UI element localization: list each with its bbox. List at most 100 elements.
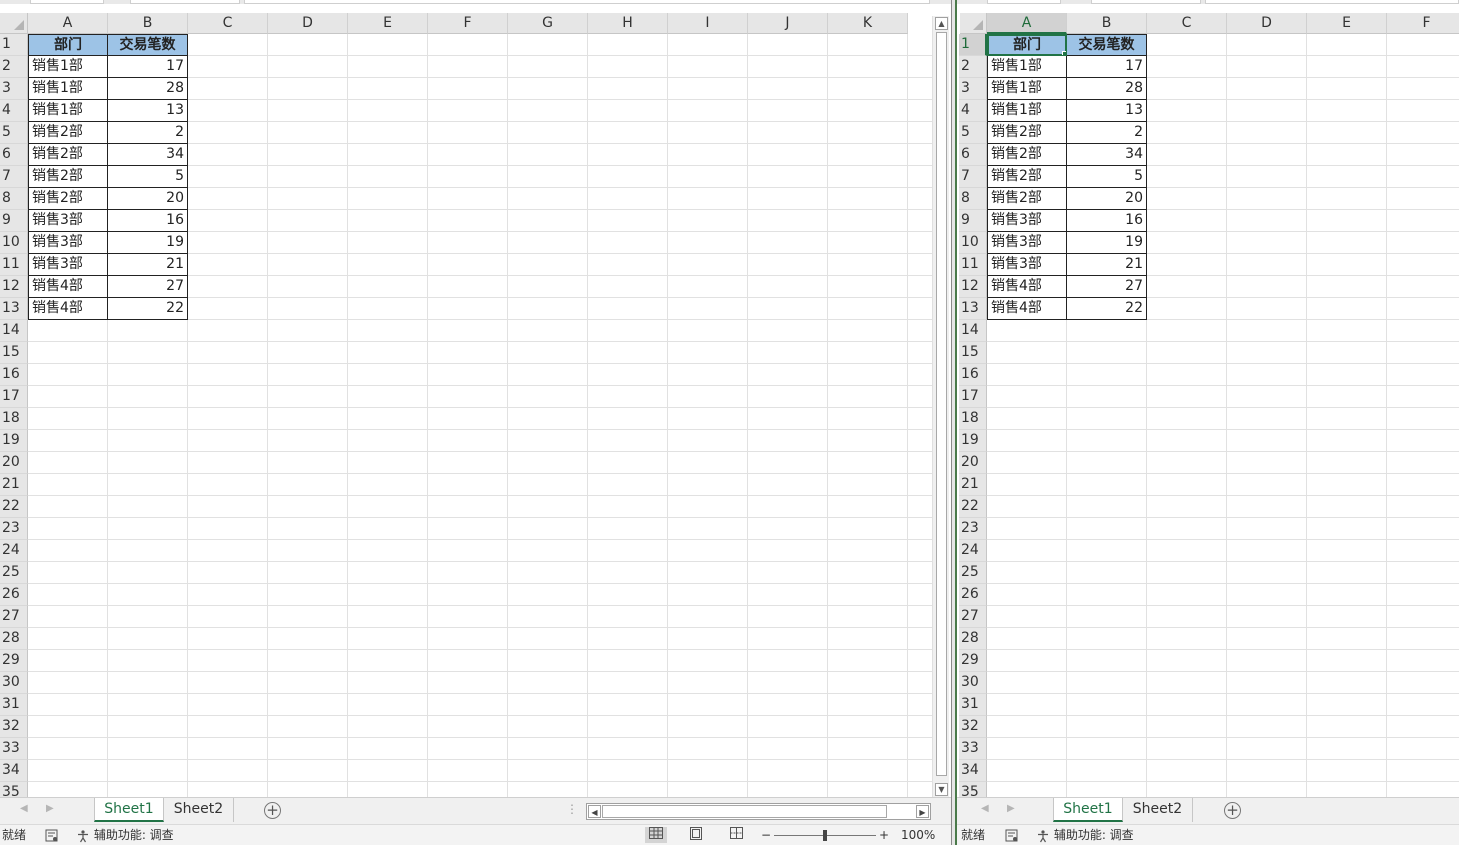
tab-scroll-left-icon[interactable]: ◀ xyxy=(20,803,28,814)
department-cell[interactable]: 销售3部 xyxy=(28,232,108,254)
row-header-3[interactable]: 3 xyxy=(959,78,987,100)
transaction-count-cell[interactable]: 20 xyxy=(108,188,188,210)
row-header-32[interactable]: 32 xyxy=(0,716,28,738)
transaction-count-cell[interactable]: 34 xyxy=(108,144,188,166)
row-header-8[interactable]: 8 xyxy=(0,188,28,210)
row-header-34[interactable]: 34 xyxy=(959,760,987,782)
column-header-f[interactable]: F xyxy=(428,13,508,34)
row-header-16[interactable]: 16 xyxy=(959,364,987,386)
row-header-27[interactable]: 27 xyxy=(0,606,28,628)
row-header-23[interactable]: 23 xyxy=(0,518,28,540)
add-sheet-icon[interactable]: + xyxy=(1224,802,1241,819)
row-header-26[interactable]: 26 xyxy=(0,584,28,606)
row-header-9[interactable]: 9 xyxy=(959,210,987,232)
transaction-count-cell[interactable]: 20 xyxy=(1067,188,1147,210)
department-cell[interactable]: 销售1部 xyxy=(28,78,108,100)
row-header-12[interactable]: 12 xyxy=(0,276,28,298)
table-header-cell[interactable]: 交易笔数 xyxy=(108,34,188,56)
row-header-32[interactable]: 32 xyxy=(959,716,987,738)
row-header-31[interactable]: 31 xyxy=(0,694,28,716)
zoom-in-button[interactable]: + xyxy=(879,825,889,845)
transaction-count-cell[interactable]: 21 xyxy=(1067,254,1147,276)
horizontal-scrollbar[interactable]: ◀ ▶ xyxy=(586,803,931,820)
row-header-23[interactable]: 23 xyxy=(959,518,987,540)
column-header-a[interactable]: A xyxy=(987,13,1067,34)
row-header-16[interactable]: 16 xyxy=(0,364,28,386)
column-header-d[interactable]: D xyxy=(1227,13,1307,34)
vertical-scrollbar[interactable]: ▲ ▼ xyxy=(932,16,949,797)
row-header-13[interactable]: 13 xyxy=(959,298,987,320)
row-header-5[interactable]: 5 xyxy=(959,122,987,144)
tab-scroll-left-icon[interactable]: ◀ xyxy=(981,803,989,814)
row-header-11[interactable]: 11 xyxy=(0,254,28,276)
column-header-b[interactable]: B xyxy=(1067,13,1147,34)
row-header-15[interactable]: 15 xyxy=(0,342,28,364)
department-cell[interactable]: 销售2部 xyxy=(987,166,1067,188)
row-header-7[interactable]: 7 xyxy=(0,166,28,188)
department-cell[interactable]: 销售2部 xyxy=(987,122,1067,144)
row-header-17[interactable]: 17 xyxy=(959,386,987,408)
page-break-view-icon[interactable] xyxy=(726,827,746,843)
row-header-2[interactable]: 2 xyxy=(959,56,987,78)
row-header-6[interactable]: 6 xyxy=(0,144,28,166)
row-header-29[interactable]: 29 xyxy=(959,650,987,672)
row-header-5[interactable]: 5 xyxy=(0,122,28,144)
row-header-4[interactable]: 4 xyxy=(0,100,28,122)
department-cell[interactable]: 销售1部 xyxy=(987,100,1067,122)
department-cell[interactable]: 销售3部 xyxy=(28,254,108,276)
department-cell[interactable]: 销售2部 xyxy=(28,166,108,188)
row-header-10[interactable]: 10 xyxy=(0,232,28,254)
vertical-scroll-thumb[interactable] xyxy=(936,32,947,776)
transaction-count-cell[interactable]: 16 xyxy=(1067,210,1147,232)
row-header-25[interactable]: 25 xyxy=(959,562,987,584)
row-header-28[interactable]: 28 xyxy=(0,628,28,650)
row-header-29[interactable]: 29 xyxy=(0,650,28,672)
transaction-count-cell[interactable]: 13 xyxy=(1067,100,1147,122)
tab-scroll-right-icon[interactable]: ▶ xyxy=(46,803,54,814)
row-header-34[interactable]: 34 xyxy=(0,760,28,782)
transaction-count-cell[interactable]: 28 xyxy=(108,78,188,100)
department-cell[interactable]: 销售3部 xyxy=(987,232,1067,254)
department-cell[interactable]: 销售3部 xyxy=(987,254,1067,276)
cell-grid[interactable]: 部门 交易笔数 销售1部 17 销售1部 28 销售1部 13 销售2部 2 销售2部 34 销售2部 5… xyxy=(987,34,1459,797)
scroll-left-arrow-icon[interactable]: ◀ xyxy=(588,805,601,818)
cell-grid[interactable]: 部门 交易笔数 销售1部 17 销售1部 28 销售1部 13 销售2部 2 销售2部 34 销售2部 5… xyxy=(28,34,932,797)
transaction-count-cell[interactable]: 19 xyxy=(108,232,188,254)
column-header-h[interactable]: H xyxy=(588,13,668,34)
scroll-right-arrow-icon[interactable]: ▶ xyxy=(916,805,929,818)
department-cell[interactable]: 销售1部 xyxy=(987,56,1067,78)
row-header-22[interactable]: 22 xyxy=(0,496,28,518)
department-cell[interactable]: 销售4部 xyxy=(987,276,1067,298)
table-header-cell[interactable]: 部门 xyxy=(987,34,1067,56)
row-header-33[interactable]: 33 xyxy=(959,738,987,760)
transaction-count-cell[interactable]: 27 xyxy=(108,276,188,298)
table-header-cell[interactable]: 部门 xyxy=(28,34,108,56)
row-header-19[interactable]: 19 xyxy=(959,430,987,452)
row-header-24[interactable]: 24 xyxy=(0,540,28,562)
row-header-3[interactable]: 3 xyxy=(0,78,28,100)
row-header-18[interactable]: 18 xyxy=(0,408,28,430)
column-header-k[interactable]: K xyxy=(828,13,908,34)
department-cell[interactable]: 销售1部 xyxy=(987,78,1067,100)
row-header-17[interactable]: 17 xyxy=(0,386,28,408)
row-header-10[interactable]: 10 xyxy=(959,232,987,254)
scroll-down-arrow-icon[interactable]: ▼ xyxy=(935,783,948,796)
transaction-count-cell[interactable]: 34 xyxy=(1067,144,1147,166)
row-header-24[interactable]: 24 xyxy=(959,540,987,562)
transaction-count-cell[interactable]: 28 xyxy=(1067,78,1147,100)
table-header-cell[interactable]: 交易笔数 xyxy=(1067,34,1147,56)
row-header-27[interactable]: 27 xyxy=(959,606,987,628)
accessibility-status[interactable]: 辅助功能: 调查 xyxy=(1036,825,1134,845)
row-header-20[interactable]: 20 xyxy=(959,452,987,474)
transaction-count-cell[interactable]: 22 xyxy=(108,298,188,320)
row-header-11[interactable]: 11 xyxy=(959,254,987,276)
row-header-30[interactable]: 30 xyxy=(959,672,987,694)
row-header-12[interactable]: 12 xyxy=(959,276,987,298)
transaction-count-cell[interactable]: 5 xyxy=(1067,166,1147,188)
transaction-count-cell[interactable]: 22 xyxy=(1067,298,1147,320)
column-header-d[interactable]: D xyxy=(268,13,348,34)
transaction-count-cell[interactable]: 2 xyxy=(1067,122,1147,144)
row-header-1[interactable]: 1 xyxy=(959,34,987,56)
macro-record-icon[interactable] xyxy=(1005,825,1018,845)
column-header-b[interactable]: B xyxy=(108,13,188,34)
